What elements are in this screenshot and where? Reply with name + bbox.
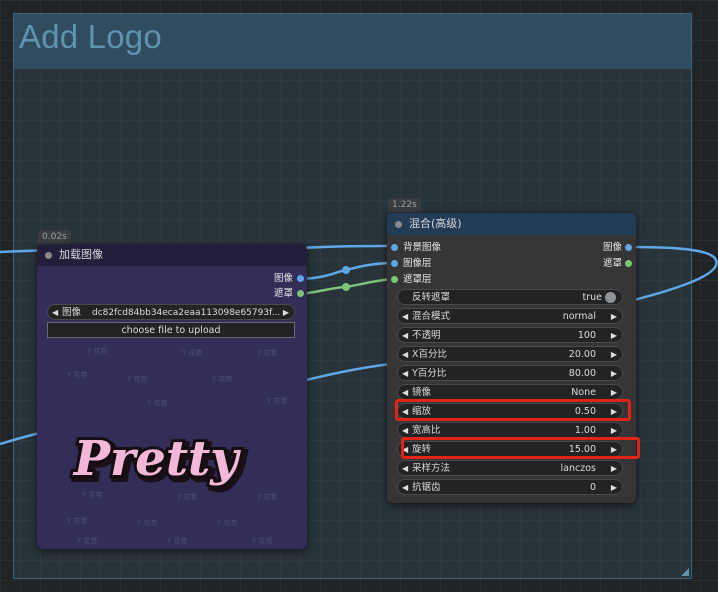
collapse-dot-icon[interactable]: [395, 221, 402, 228]
watermark-text: Y 花卷: [257, 493, 278, 501]
input-dot[interactable]: [391, 244, 398, 251]
antialias-widget[interactable]: ◀ 抗锯齿 0 ▶: [397, 479, 623, 495]
output-dot[interactable]: [625, 244, 632, 251]
watermark-text: Y 花卷: [252, 537, 273, 545]
prev-arrow-icon[interactable]: ◀: [52, 305, 58, 321]
watermark-text: Y 花卷: [137, 519, 158, 527]
rotate-highlight-box: [401, 437, 640, 459]
image-filename: dc82fcd84bb34eca2eaa113098e65793f...: [92, 308, 281, 318]
output-mask[interactable]: 遮罩: [536, 257, 636, 271]
wire-output-image: [629, 245, 718, 302]
watermark-text: Y 花卷: [182, 349, 203, 357]
x-percent-widget[interactable]: ◀ X百分比 20.00 ▶: [397, 346, 623, 362]
blend-node-time-badge: 1.22s: [388, 198, 421, 212]
wire-reroute-image: [342, 266, 350, 274]
watermark-text: Y 花卷: [212, 375, 233, 383]
blend-advanced-node[interactable]: 混合(高级) 背景图像 图像层 遮罩层 图像 遮罩 反转遮罩 true ◀ 混合…: [387, 213, 636, 503]
watermark-text: Y 花卷: [147, 399, 168, 407]
y-percent-widget[interactable]: ◀ Y百分比 80.00 ▶: [397, 365, 623, 381]
aspect-ratio-widget[interactable]: ◀ 宽高比 1.00 ▶: [397, 422, 623, 438]
blend-mode-widget[interactable]: ◀ 混合模式 normal ▶: [397, 308, 623, 324]
decrement-arrow-icon[interactable]: ◀: [402, 366, 408, 382]
watermark-text: Y 花卷: [67, 517, 88, 525]
output-image[interactable]: 图像: [536, 241, 636, 255]
image-select-widget[interactable]: ◀ 图像 dc82fcd84bb34eca2eaa113098e65793f..…: [47, 304, 295, 320]
watermark-text: Y 花卷: [167, 537, 188, 545]
decrement-arrow-icon[interactable]: ◀: [402, 461, 408, 477]
increment-arrow-icon[interactable]: ▶: [611, 347, 617, 363]
output-dot[interactable]: [625, 260, 632, 267]
input-background-image[interactable]: 背景图像: [387, 241, 507, 255]
watermark-text: Y 花卷: [77, 537, 98, 545]
watermark-text: Y 花卷: [177, 493, 198, 501]
collapse-dot-icon[interactable]: [45, 252, 52, 259]
decrement-arrow-icon[interactable]: ◀: [402, 480, 408, 496]
logo-text-fill: Pretty: [72, 431, 241, 487]
output-mask-dot[interactable]: [297, 290, 304, 297]
load-node-time-badge: 0.02s: [38, 230, 71, 244]
wire-reroute-mask: [342, 283, 350, 291]
opacity-widget[interactable]: ◀ 不透明 100 ▶: [397, 327, 623, 343]
wire-mid: [305, 362, 391, 382]
output-mask[interactable]: 遮罩: [207, 287, 307, 301]
load-node-title: 加载图像: [59, 248, 103, 261]
input-dot[interactable]: [391, 260, 398, 267]
input-dot[interactable]: [391, 276, 398, 283]
increment-arrow-icon[interactable]: ▶: [611, 328, 617, 344]
toggle-value: true: [582, 292, 603, 303]
output-image-dot[interactable]: [297, 275, 304, 282]
increment-arrow-icon[interactable]: ▶: [611, 309, 617, 325]
watermark-text: Y 花卷: [267, 397, 288, 405]
upload-button[interactable]: choose file to upload: [47, 322, 295, 338]
increment-arrow-icon[interactable]: ▶: [611, 461, 617, 477]
blend-node-title: 混合(高级): [409, 217, 462, 230]
watermark-text: Y 花卷: [257, 349, 278, 357]
watermark-text: Y 花卷: [127, 375, 148, 383]
increment-arrow-icon[interactable]: ▶: [611, 480, 617, 496]
scale-highlight-box: [395, 399, 631, 421]
watermark-text: Y 花卷: [87, 347, 108, 355]
decrement-arrow-icon[interactable]: ◀: [402, 309, 408, 325]
logo-preview-image: Pretty Pretty Pretty: [69, 428, 248, 493]
sampling-method-widget[interactable]: ◀ 采样方法 lanczos ▶: [397, 460, 623, 476]
wire-bg-image: [299, 244, 395, 250]
toggle-label: 反转遮罩: [412, 292, 451, 303]
load-image-node[interactable]: 加载图像 图像 遮罩 ◀ 图像 dc82fcd84bb34eca2eaa1130…: [37, 244, 307, 549]
mirror-widget[interactable]: ◀ 镜像 None ▶: [397, 384, 623, 400]
invert-mask-toggle[interactable]: 反转遮罩 true: [397, 289, 623, 305]
decrement-arrow-icon[interactable]: ◀: [402, 347, 408, 363]
watermark-text: Y 花卷: [217, 519, 238, 527]
watermark-text: Y 花卷: [67, 371, 88, 379]
input-mask-layer[interactable]: 遮罩层: [387, 273, 507, 287]
next-arrow-icon[interactable]: ▶: [283, 305, 289, 321]
input-image-layer[interactable]: 图像层: [387, 257, 507, 271]
load-node-title-bar[interactable]: 加载图像: [37, 244, 307, 266]
blend-node-title-bar[interactable]: 混合(高级): [387, 213, 636, 235]
toggle-knob-icon[interactable]: [605, 292, 616, 303]
output-image[interactable]: 图像: [207, 272, 307, 286]
decrement-arrow-icon[interactable]: ◀: [402, 328, 408, 344]
increment-arrow-icon[interactable]: ▶: [611, 366, 617, 382]
